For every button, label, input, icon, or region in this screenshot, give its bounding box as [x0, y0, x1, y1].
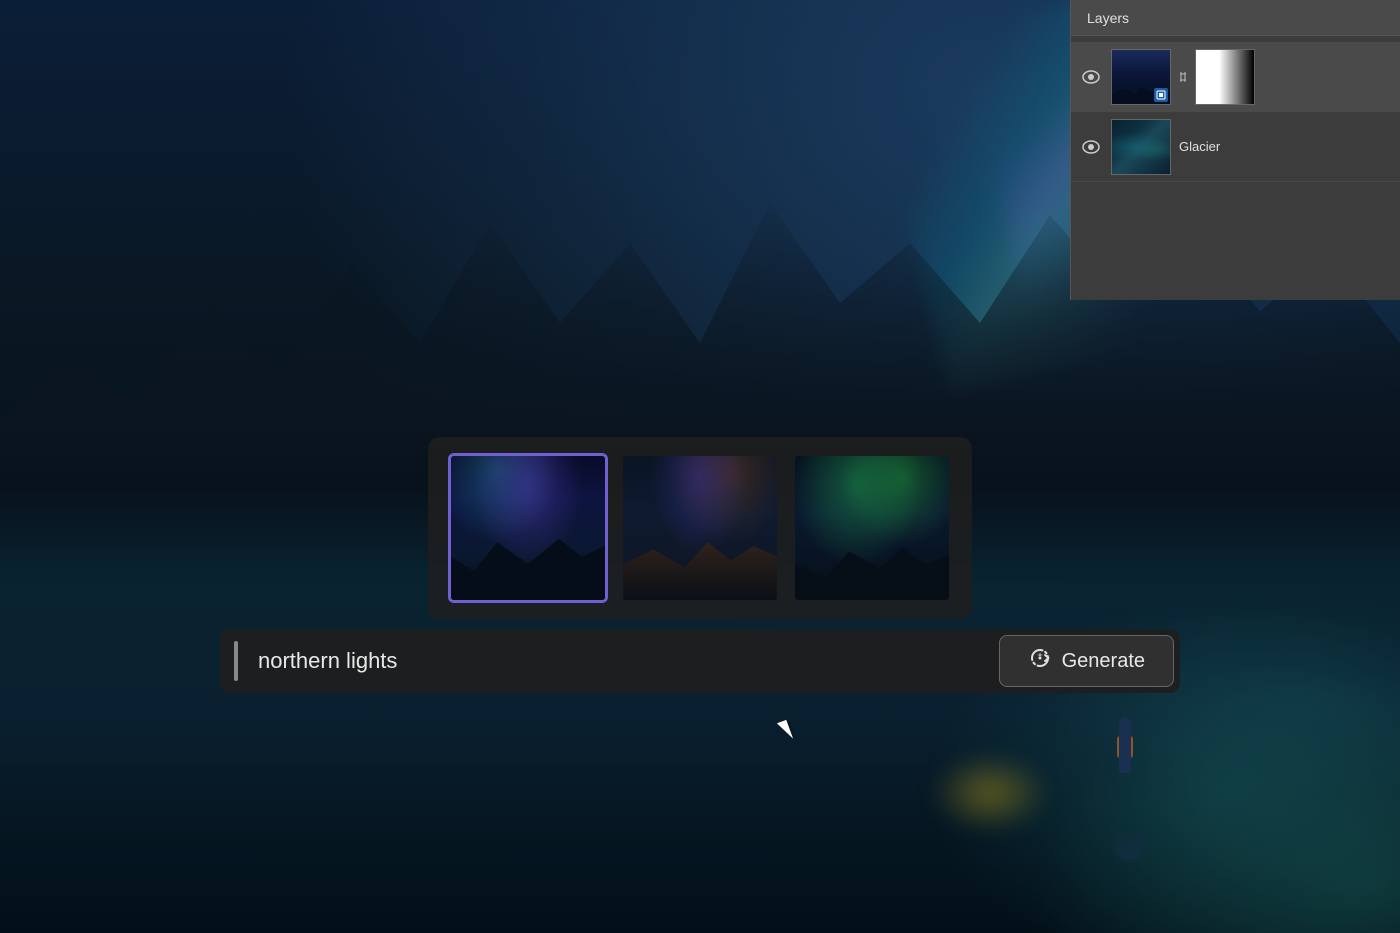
prompt-input[interactable]	[238, 648, 999, 674]
layer-1-thumbnail	[1111, 49, 1171, 105]
preview-image-1	[451, 456, 605, 600]
preview-image-3	[795, 456, 949, 600]
person-reflection	[1113, 825, 1145, 861]
generative-fill-container: Generate	[220, 437, 1180, 693]
layers-content: Glacier	[1071, 36, 1400, 188]
layers-panel: Layers	[1070, 0, 1400, 300]
layer-1-visibility-toggle[interactable]	[1079, 65, 1103, 89]
layer-2-name: Glacier	[1179, 139, 1220, 154]
smart-object-badge	[1154, 88, 1168, 102]
layer-1-mask-thumbnail	[1195, 49, 1255, 105]
prompt-bar: Generate	[220, 629, 1180, 693]
layer-row-1[interactable]	[1071, 42, 1400, 112]
generate-icon	[1028, 646, 1052, 676]
preview-thumb-3[interactable]	[792, 453, 952, 603]
preview-image-2	[623, 456, 777, 600]
generate-button-label: Generate	[1062, 650, 1145, 673]
layer-row-2[interactable]: Glacier	[1071, 112, 1400, 182]
yellow-light-glow	[930, 753, 1050, 833]
layer-2-visibility-toggle[interactable]	[1079, 135, 1103, 159]
preview-thumb-1[interactable]	[448, 453, 608, 603]
person-silhouette	[1110, 703, 1140, 773]
preview-strip	[428, 437, 972, 619]
preview-thumb-2[interactable]	[620, 453, 780, 603]
layers-panel-header: Layers	[1071, 0, 1400, 36]
generate-button[interactable]: Generate	[999, 635, 1174, 687]
layers-panel-title: Layers	[1087, 10, 1129, 26]
layer-1-link-icon	[1175, 69, 1191, 85]
layer-2-thumbnail	[1111, 119, 1171, 175]
